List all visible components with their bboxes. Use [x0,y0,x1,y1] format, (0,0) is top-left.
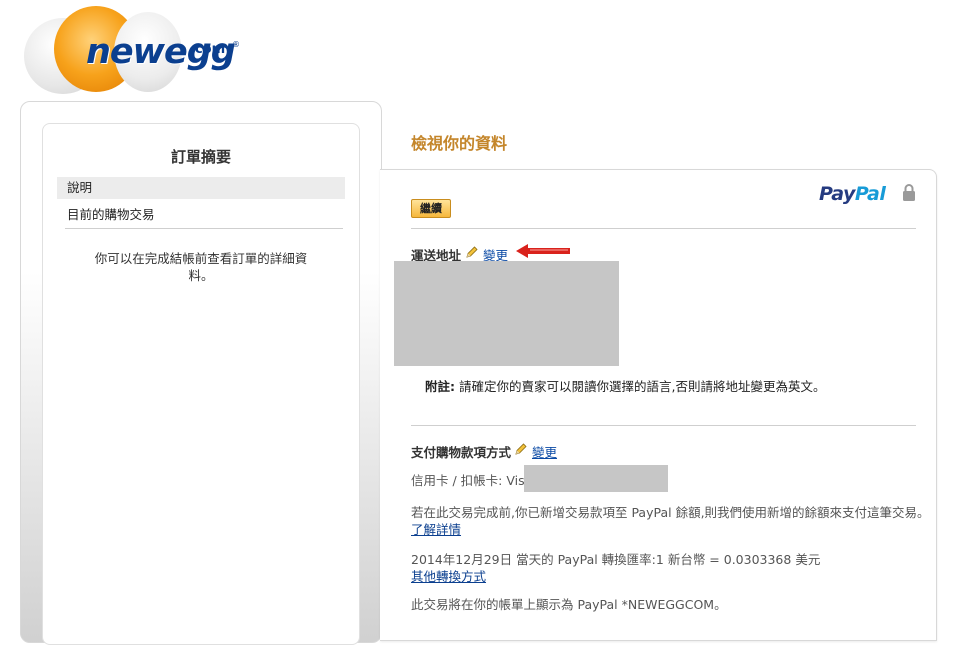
note-label: 附註: [425,379,455,394]
pencil-icon [466,246,478,258]
order-summary-title: 訂單摘要 [170,148,231,166]
balance-text: 若在此交易完成前,你已新增交易款項至 PayPal 餘額,則我們使用新增的餘額來… [411,505,930,520]
logo-registered-mark: ® [232,40,240,49]
continue-button[interactable]: 繼續 [411,199,451,218]
nav-divider [65,228,343,229]
logo-dotcom: ·com [190,42,226,57]
red-arrow-icon [516,244,570,258]
paypal-logo-pal: Pal [854,183,886,205]
language-note: 附註: 請確定你的賣家可以閱讀你選擇的語言,否則請將地址變更為英文。 [425,376,825,395]
redacted-address [394,261,619,366]
nav-item-help[interactable]: 說明 [57,177,345,199]
divider-middle [411,425,916,426]
card-info: 信用卡 / 扣帳卡: Visa [411,473,533,488]
pencil-icon [515,443,527,455]
nav-item-current-transaction[interactable]: 目前的購物交易 [57,204,345,226]
balance-info: 若在此交易完成前,你已新增交易款項至 PayPal 餘額,則我們使用新增的餘額來… [411,504,931,538]
paypal-logo-pay: Pay [819,183,855,205]
divider-top [411,228,916,229]
payment-change-link[interactable]: 變更 [532,442,557,461]
order-summary-description: 你可以在完成結帳前查看訂單的詳細資料。 [94,251,308,283]
page-title: 檢視你的資料 [411,134,508,153]
paypal-logo: PayPal [819,183,886,205]
payment-method-label: 支付購物款項方式 [411,445,512,460]
order-summary-card: 訂單摘要 說明 目前的購物交易 你可以在完成結帳前查看訂單的詳細資料。 [42,123,360,645]
statement-descriptor-text: 此交易將在你的帳單上顯示為 PayPal *NEWEGGCOM。 [411,597,727,612]
lock-icon [903,184,915,201]
redacted-card-number [524,465,668,492]
learn-more-link[interactable]: 了解詳情 [411,522,461,537]
note-text: 請確定你的賣家可以閱讀你選擇的語言,否則請將地址變更為英文。 [455,379,826,394]
other-conversion-link[interactable]: 其他轉換方式 [411,566,486,585]
newegg-logo[interactable]: newegg ·com ® [22,6,252,98]
